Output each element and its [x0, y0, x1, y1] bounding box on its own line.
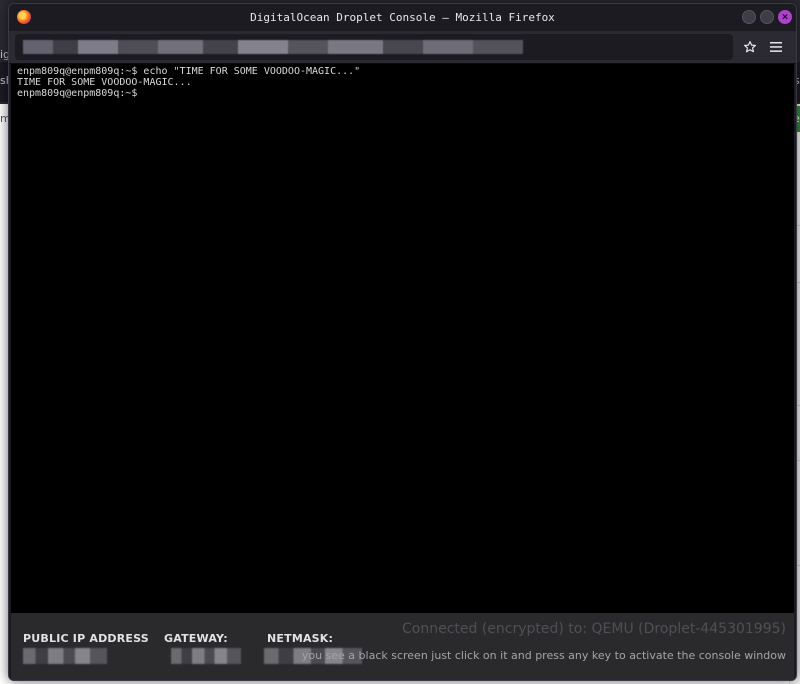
- console-window: DigitalOcean Droplet Console — Mozilla F…: [8, 3, 797, 681]
- connection-status: Connected (encrypted) to: QEMU (Droplet-…: [402, 621, 786, 637]
- gateway-label: GATEWAY:: [164, 632, 228, 645]
- star-icon[interactable]: [740, 37, 760, 57]
- netmask-label: NETMASK:: [267, 632, 334, 645]
- browser-toolbar: [9, 31, 796, 64]
- redacted-gateway: [171, 648, 241, 664]
- firefox-icon: [17, 10, 31, 24]
- url-bar[interactable]: [15, 34, 733, 60]
- close-button[interactable]: ×: [778, 10, 792, 24]
- public-ip-label: PUBLIC IP ADDRESS: [23, 632, 149, 645]
- console-hint: you see a black screen just click on it …: [301, 649, 786, 662]
- terminal-line: enpm809q@enpm809q:~$ echo "TIME FOR SOME…: [17, 66, 361, 77]
- terminal-line: TIME FOR SOME VOODOO-MAGIC...: [17, 77, 192, 88]
- terminal-screen[interactable]: enpm809q@enpm809q:~$ echo "TIME FOR SOME…: [11, 64, 794, 613]
- redacted-url: [23, 40, 523, 54]
- network-info-footer: PUBLIC IP ADDRESS GATEWAY: NETMASK: Conn…: [11, 613, 794, 680]
- close-icon: ×: [781, 10, 789, 23]
- window-title: DigitalOcean Droplet Console — Mozilla F…: [250, 11, 555, 24]
- maximize-button[interactable]: [760, 10, 774, 24]
- minimize-button[interactable]: [742, 10, 756, 24]
- window-titlebar[interactable]: DigitalOcean Droplet Console — Mozilla F…: [9, 4, 796, 31]
- terminal-line: enpm809q@enpm809q:~$: [17, 88, 138, 99]
- redacted-public-ip: [23, 648, 107, 664]
- hamburger-menu-icon[interactable]: [766, 37, 786, 57]
